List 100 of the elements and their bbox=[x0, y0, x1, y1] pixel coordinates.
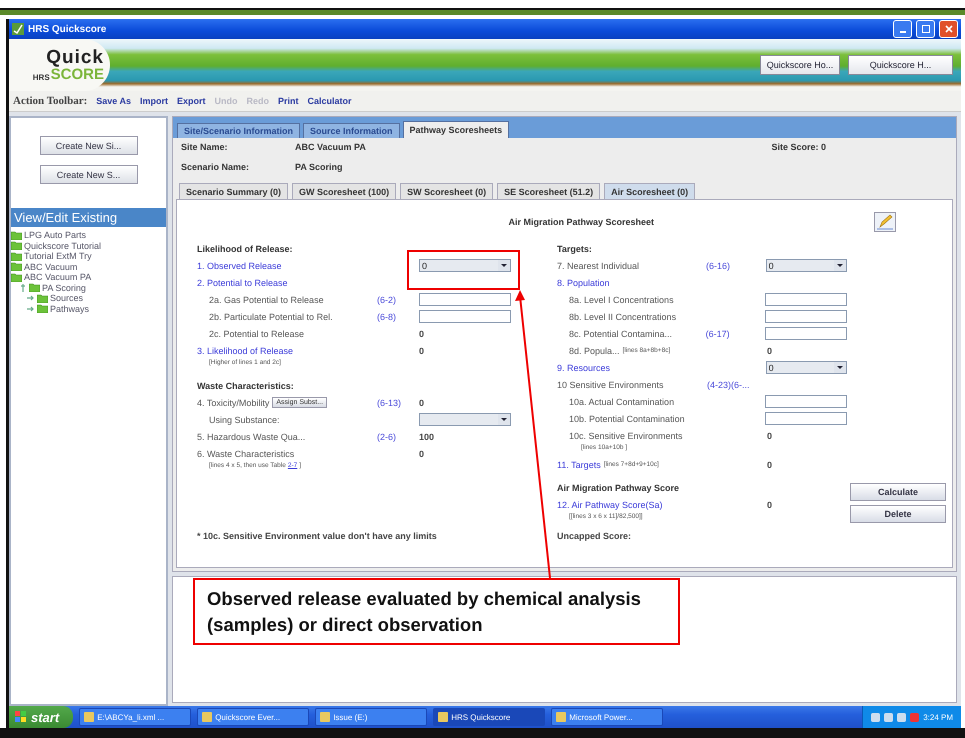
site-score: Site Score: 0 bbox=[771, 142, 826, 154]
create-button[interactable]: Create New S... bbox=[40, 165, 138, 184]
score-value: 0 bbox=[767, 500, 772, 510]
field-label: 2a. Gas Potential to Release bbox=[209, 294, 324, 304]
toolbar-link[interactable]: Print bbox=[278, 96, 298, 106]
field-label: 7. Nearest Individual bbox=[557, 260, 640, 270]
field-link[interactable]: 3. Likelihood of Release bbox=[197, 346, 294, 356]
range-hint: (2-6) bbox=[377, 432, 396, 442]
action-button[interactable]: Calculate bbox=[850, 483, 946, 501]
tab[interactable]: Site/Scenario Information bbox=[177, 123, 300, 138]
tree-item[interactable]: LPG Auto Parts bbox=[11, 230, 166, 240]
field-label: 8b. Level II Concentrations bbox=[569, 312, 676, 322]
toolbar-link[interactable]: Export bbox=[176, 96, 206, 106]
app-icon bbox=[12, 23, 24, 35]
taskbar-item[interactable]: Issue (E:) bbox=[315, 708, 428, 726]
section-title: View/Edit Existing bbox=[11, 208, 166, 227]
folder-icon bbox=[37, 294, 48, 303]
close-icon bbox=[944, 25, 952, 33]
score-value: 0 bbox=[767, 346, 772, 356]
start-button[interactable]: start bbox=[9, 706, 74, 728]
range-hint: (6-17) bbox=[706, 328, 730, 338]
select-field[interactable]: 0 bbox=[419, 259, 511, 272]
create-button[interactable]: Create New Si... bbox=[40, 136, 138, 155]
tree-item[interactable]: ABC Vacuum bbox=[11, 262, 166, 272]
section-heading: Waste Characteristics: bbox=[197, 381, 295, 393]
field-link[interactable]: 11. Targets bbox=[557, 460, 601, 470]
taskbar-item[interactable]: Microsoft Power... bbox=[551, 708, 664, 726]
folder-icon bbox=[11, 272, 22, 282]
tab[interactable]: SW Scoresheet (0) bbox=[400, 183, 494, 199]
field-link[interactable]: 8. Population bbox=[557, 278, 610, 288]
help-button[interactable]: Quickscore Ho... bbox=[760, 55, 840, 75]
toolbar-link[interactable]: Import bbox=[140, 96, 168, 106]
toolbar-label: Action Toolbar: bbox=[13, 95, 88, 107]
close-button[interactable] bbox=[939, 20, 958, 38]
tab[interactable]: Source Information bbox=[303, 123, 400, 138]
clock: 3:24 PM bbox=[923, 712, 953, 722]
field-label: 8a. Level I Concentrations bbox=[569, 294, 674, 304]
footnote: * 10c. Sensitive Environment value don't have any limits bbox=[197, 531, 438, 541]
tree-item[interactable]: Quickscore Tutorial bbox=[11, 240, 166, 251]
tree-item[interactable]: Sources bbox=[11, 293, 166, 304]
field-label: 10b. Potential Contamination bbox=[569, 414, 685, 424]
input-field[interactable] bbox=[765, 327, 847, 340]
scenario-name: PA Scoring bbox=[295, 162, 344, 174]
uncapped-score-label: Uncapped Score: bbox=[557, 531, 632, 541]
field-label: 8d. Popula... bbox=[569, 346, 620, 356]
tree-item[interactable]: ABC Vacuum PA bbox=[11, 272, 166, 282]
maximize-button[interactable] bbox=[916, 20, 935, 38]
tab[interactable]: GW Scoresheet (100) bbox=[292, 183, 396, 199]
expand-handle-icon[interactable] bbox=[27, 294, 35, 302]
input-field[interactable] bbox=[765, 412, 847, 425]
dropdown-caret-icon bbox=[834, 362, 846, 373]
tree-item[interactable]: Pathways bbox=[11, 304, 166, 314]
dropdown-caret-icon bbox=[834, 260, 846, 271]
taskbar-item[interactable]: Quickscore Ever... bbox=[197, 708, 310, 726]
tab[interactable]: Air Scoresheet (0) bbox=[604, 183, 696, 199]
input-field[interactable] bbox=[765, 293, 847, 306]
range-hint: (6-2) bbox=[377, 294, 396, 304]
section-heading: Air Migration Pathway Score bbox=[557, 483, 680, 495]
help-button[interactable]: Quickscore H... bbox=[848, 55, 953, 75]
select-field[interactable]: 0 bbox=[766, 361, 848, 374]
toolbar-link[interactable]: Calculator bbox=[308, 96, 352, 106]
expand-handle-icon[interactable] bbox=[27, 304, 35, 313]
field-label: 8c. Potential Contamina... bbox=[569, 328, 672, 338]
app-icon bbox=[320, 712, 330, 722]
tab[interactable]: SE Scoresheet (51.2) bbox=[497, 183, 600, 199]
tree-item[interactable]: PA Scoring bbox=[11, 282, 166, 293]
section-heading: Likelihood of Release: bbox=[197, 244, 294, 256]
select-field[interactable]: 0 bbox=[766, 259, 848, 272]
tree-item[interactable]: Tutorial ExtM Try bbox=[11, 251, 166, 262]
sheet-title: Air Migration Pathway Scoresheet bbox=[508, 217, 654, 227]
field-label: Using Substance: bbox=[209, 414, 280, 424]
input-field[interactable] bbox=[765, 310, 847, 323]
field-link[interactable]: 12. Air Pathway Score(Sa) bbox=[557, 500, 663, 510]
info-label: Scenario Name: bbox=[181, 162, 250, 174]
tab[interactable]: Pathway Scoresheets bbox=[402, 121, 510, 138]
taskbar-item[interactable]: HRS Quickscore bbox=[433, 708, 546, 726]
edit-icon[interactable] bbox=[874, 212, 896, 232]
field-label: 10c. Sensitive Environments bbox=[569, 430, 683, 440]
site-name: ABC Vacuum PA bbox=[295, 142, 367, 154]
minimize-button[interactable] bbox=[893, 20, 912, 38]
toolbar-link[interactable]: Save As bbox=[96, 96, 131, 106]
input-field[interactable] bbox=[419, 293, 511, 306]
input-field[interactable] bbox=[419, 310, 511, 323]
folder-icon bbox=[11, 241, 22, 250]
field-link[interactable]: 1. Observed Release bbox=[197, 260, 282, 270]
range-hint: (6-16) bbox=[706, 260, 730, 270]
action-button[interactable]: Delete bbox=[850, 505, 946, 523]
folder-icon bbox=[37, 304, 48, 314]
collapse-handle-icon[interactable] bbox=[19, 284, 27, 292]
field-link[interactable]: 2. Potential to Release bbox=[197, 278, 288, 288]
maximize-icon bbox=[922, 25, 930, 33]
field-label: 5. Hazardous Waste Qua... bbox=[197, 432, 306, 442]
field-link[interactable]: 9. Resources bbox=[557, 362, 610, 372]
range-hint: (6-13) bbox=[377, 398, 402, 408]
taskbar-item[interactable]: E:\ABCYa_li.xml ... bbox=[79, 708, 192, 726]
field-label: 2b. Particulate Potential to Rel. bbox=[209, 312, 333, 322]
folder-icon bbox=[29, 283, 40, 292]
tab[interactable]: Scenario Summary (0) bbox=[179, 183, 288, 199]
select-field[interactable] bbox=[419, 413, 511, 426]
input-field[interactable] bbox=[765, 395, 847, 408]
